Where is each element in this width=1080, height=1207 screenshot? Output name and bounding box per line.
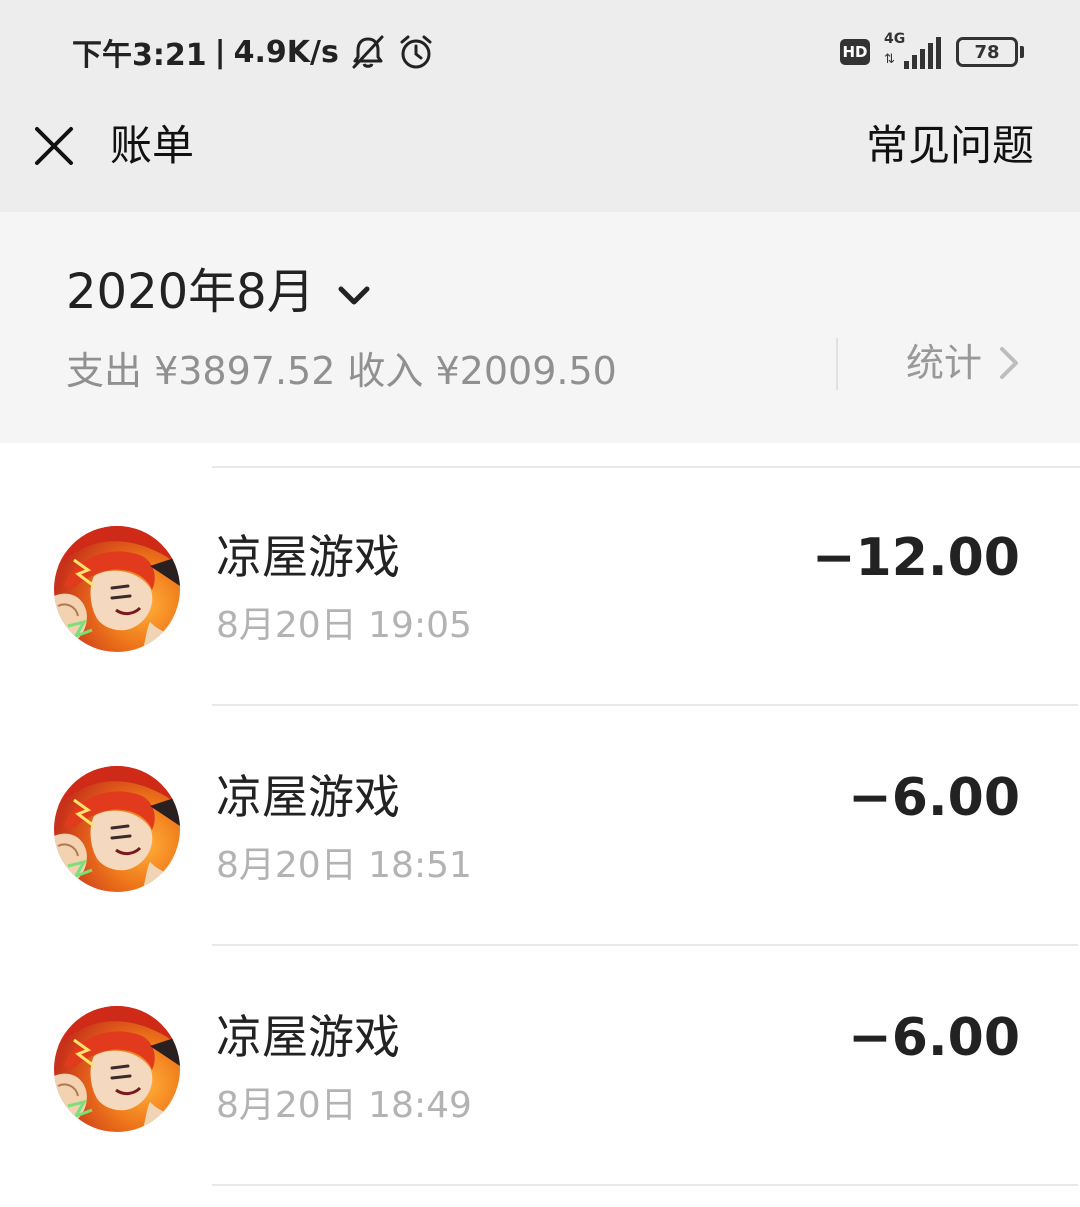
transaction-time: 8月20日 19:05 bbox=[216, 605, 472, 646]
month-selector[interactable]: 2020年8月 bbox=[66, 262, 371, 322]
status-separator: | bbox=[214, 34, 226, 70]
transaction-time: 8月20日 18:51 bbox=[216, 845, 472, 886]
merchant-avatar bbox=[54, 766, 180, 892]
merchant-avatar bbox=[54, 526, 180, 652]
merchant-avatar bbox=[54, 1006, 180, 1132]
month-totals: 支出 ¥3897.52 收入 ¥2009.50 bbox=[66, 346, 617, 396]
row-divider bbox=[212, 1184, 1078, 1186]
transaction-amount: −12.00 bbox=[811, 528, 1020, 588]
close-icon[interactable] bbox=[32, 124, 76, 168]
statistics-button[interactable]: 统计 bbox=[906, 338, 1020, 388]
status-bar-left: 下午3:21 | 4.9K/s bbox=[72, 30, 435, 74]
battery-icon: 78 bbox=[956, 37, 1024, 67]
bell-off-icon bbox=[349, 33, 387, 71]
transaction-time: 8月20日 18:49 bbox=[216, 1085, 472, 1126]
app-header: 下午3:21 | 4.9K/s HD 4G ⇅ 78 账单 常见问题 bbox=[0, 0, 1080, 212]
transaction-row[interactable]: 凉屋游戏 8月20日 19:05 −12.00 bbox=[0, 466, 1080, 706]
statistics-label: 统计 bbox=[906, 341, 983, 385]
cellular-signal-icon: 4G ⇅ bbox=[884, 31, 942, 69]
alarm-clock-icon bbox=[397, 33, 435, 71]
chevron-right-icon bbox=[998, 345, 1020, 381]
income-total: 收入 ¥2009.50 bbox=[347, 349, 617, 393]
status-bar-right: HD 4G ⇅ 78 bbox=[840, 30, 1024, 74]
chevron-down-icon bbox=[337, 285, 371, 307]
summary-divider bbox=[836, 338, 838, 390]
transaction-amount: −6.00 bbox=[848, 768, 1020, 828]
merchant-name: 凉屋游戏 bbox=[216, 530, 400, 584]
transaction-row[interactable]: 凉屋游戏 8月20日 18:49 −6.00 bbox=[0, 946, 1080, 1186]
merchant-name: 凉屋游戏 bbox=[216, 1010, 400, 1064]
status-time: 下午3:21 bbox=[72, 38, 207, 73]
month-label: 2020年8月 bbox=[66, 264, 315, 320]
battery-level: 78 bbox=[974, 41, 1000, 63]
hd-badge: HD bbox=[840, 39, 870, 65]
transaction-row[interactable]: 凉屋游戏 8月20日 18:51 −6.00 bbox=[0, 706, 1080, 946]
network-speed: 4.9K/s bbox=[233, 34, 339, 70]
expense-total: 支出 ¥3897.52 bbox=[66, 349, 336, 393]
transaction-amount: −6.00 bbox=[848, 1008, 1020, 1068]
page-title: 账单 bbox=[110, 121, 195, 170]
merchant-name: 凉屋游戏 bbox=[216, 770, 400, 824]
monthly-summary: 2020年8月 支出 ¥3897.52 收入 ¥2009.50 统计 bbox=[0, 212, 1080, 443]
faq-button[interactable]: 常见问题 bbox=[866, 118, 1034, 174]
data-arrows-icon: ⇅ bbox=[884, 52, 895, 67]
